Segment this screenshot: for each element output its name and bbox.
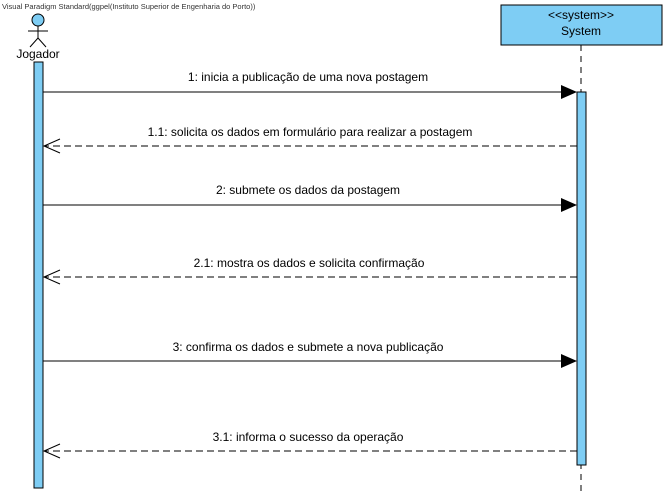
message-label: 2: submete os dados da postagem xyxy=(216,183,400,197)
message-2-1[interactable]: 2.1: mostra os dados e solicita confirma… xyxy=(42,256,577,285)
message-3-1[interactable]: 3.1: informa o sucesso da operação xyxy=(42,430,577,459)
message-arrow-head xyxy=(561,354,577,368)
message-1-1[interactable]: 1.1: solicita os dados em formulário par… xyxy=(42,125,577,154)
sequence-diagram: Visual Paradigm Standard(ggpel(Instituto… xyxy=(2,2,663,494)
actor-activation-bar[interactable] xyxy=(33,61,44,489)
watermark-text: Visual Paradigm Standard(ggpel(Instituto… xyxy=(2,2,256,11)
system-lifeline-head[interactable]: <<system>> System xyxy=(500,4,663,46)
system-stereotype: <<system>> xyxy=(548,8,614,22)
message-arrow-head xyxy=(561,198,577,212)
system-name: System xyxy=(561,24,601,38)
message-label: 1.1: solicita os dados em formulário par… xyxy=(148,125,473,139)
message-2[interactable]: 2: submete os dados da postagem xyxy=(43,183,577,212)
message-1[interactable]: 1: inicia a publicação de uma nova posta… xyxy=(43,70,577,99)
system-activation-bar[interactable] xyxy=(576,91,587,466)
message-3[interactable]: 3: confirma os dados e submete a nova pu… xyxy=(43,340,577,368)
actor-right-leg xyxy=(37,37,47,48)
message-label: 3: confirma os dados e submete a nova pu… xyxy=(173,340,444,354)
message-label: 3.1: informa o sucesso da operação xyxy=(213,430,404,444)
actor-head xyxy=(31,13,45,27)
actor-jogador[interactable]: Jogador xyxy=(16,13,60,61)
actor-left-leg xyxy=(29,37,39,48)
messages-group: 1: inicia a publicação de uma nova posta… xyxy=(42,70,577,459)
message-label: 2.1: mostra os dados e solicita confirma… xyxy=(194,256,425,270)
actor-name: Jogador xyxy=(16,47,59,61)
message-arrow-head xyxy=(561,85,577,99)
message-label: 1: inicia a publicação de uma nova posta… xyxy=(188,70,428,84)
